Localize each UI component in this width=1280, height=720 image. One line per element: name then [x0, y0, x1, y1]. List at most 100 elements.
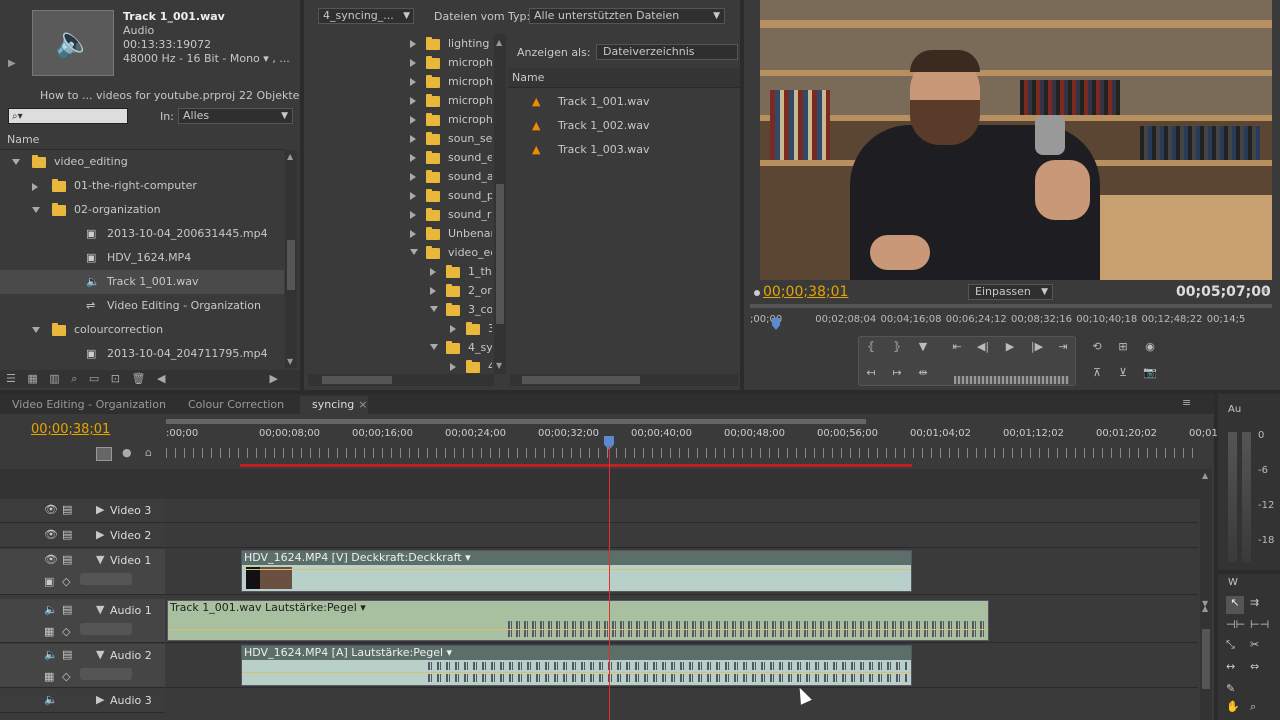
- eye-icon[interactable]: 👁: [44, 528, 58, 541]
- timeline-timecode[interactable]: 00;00;38;01: [31, 422, 110, 437]
- tree-scrollbar[interactable]: ▲ ▼: [494, 34, 506, 374]
- file-item[interactable]: ▲ Track 1_002.wav: [508, 114, 740, 138]
- view-select[interactable]: Dateiverzeichnis: [596, 44, 738, 60]
- ripple-tool-icon[interactable]: ⊣⊢: [1226, 618, 1245, 631]
- browser-tree-item[interactable]: sound_e: [304, 148, 492, 167]
- browser-tree-item[interactable]: 4: [304, 357, 492, 374]
- shuttle-right-button[interactable]: ↦: [888, 366, 906, 380]
- in-select[interactable]: Alles ▼: [178, 108, 293, 124]
- bin-item[interactable]: 01-the-right-computer: [0, 174, 284, 198]
- project-item[interactable]: ▣ 2013-10-04_200631445.mp4: [0, 222, 284, 246]
- chevron-right-icon[interactable]: [450, 325, 456, 333]
- razor-tool-icon[interactable]: ✂: [1250, 638, 1259, 651]
- search-input[interactable]: ⌕▾: [8, 108, 128, 124]
- chevron-right-icon[interactable]: [410, 192, 416, 200]
- step-back-button[interactable]: ◀|: [974, 340, 992, 354]
- mark-out-button[interactable]: ⦄: [888, 340, 906, 354]
- browser-tree-item[interactable]: soun_se: [304, 129, 492, 148]
- chevron-down-icon[interactable]: [32, 327, 40, 333]
- chevron-right-icon[interactable]: [410, 78, 416, 86]
- keyframe-slider[interactable]: [80, 573, 132, 585]
- output-button[interactable]: ◉: [1141, 340, 1159, 354]
- film-icon[interactable]: ▤: [62, 503, 72, 516]
- slide-tool-icon[interactable]: ⇔: [1250, 660, 1259, 673]
- selection-tool-icon[interactable]: ↖: [1226, 596, 1244, 614]
- clip-audio-hdv[interactable]: HDV_1624.MP4 [A] Lautstärke:Pegel ▾: [241, 645, 912, 686]
- pen-tool-icon[interactable]: ✎: [1226, 682, 1235, 695]
- browser-tree-item[interactable]: Unbenan: [304, 224, 492, 243]
- chevron-right-icon[interactable]: [430, 268, 436, 276]
- keyframe-slider[interactable]: [80, 623, 132, 635]
- browser-tree-item[interactable]: sound_p: [304, 186, 492, 205]
- panel-menu-icon[interactable]: ≡: [1182, 396, 1191, 409]
- browser-tree-item[interactable]: sound_a: [304, 167, 492, 186]
- film-icon[interactable]: ▤: [62, 553, 72, 566]
- waveform-icon[interactable]: ▦: [44, 670, 54, 683]
- browser-tree-item[interactable]: 1_the: [304, 262, 492, 281]
- go-to-in-button[interactable]: ⇤: [948, 340, 966, 354]
- chevron-down-icon[interactable]: [430, 306, 438, 312]
- browser-tree-item[interactable]: 2_or: [304, 281, 492, 300]
- browser-tree-item[interactable]: 4_sy: [304, 338, 492, 357]
- project-item[interactable]: 🔈 Track 1_001.wav: [0, 270, 284, 294]
- browser-tree-item[interactable]: lighting: [304, 34, 492, 53]
- add-marker-button[interactable]: ▼: [914, 340, 932, 354]
- export-frame-button[interactable]: 📷: [1141, 366, 1159, 380]
- chevron-right-icon[interactable]: [410, 173, 416, 181]
- step-forward-button[interactable]: |▶: [1028, 340, 1046, 354]
- clip-audio-track1[interactable]: Track 1_001.wav Lautstärke:Pegel ▾: [167, 600, 989, 641]
- chevron-right-icon[interactable]: [410, 230, 416, 238]
- timeline-tab[interactable]: syncing ×: [300, 396, 368, 414]
- browser-tree-item[interactable]: video_ed: [304, 243, 492, 262]
- chevron-right-icon[interactable]: [430, 287, 436, 295]
- go-to-out-button[interactable]: ⇥: [1054, 340, 1072, 354]
- film-icon[interactable]: ▤: [62, 603, 72, 616]
- snap-icon[interactable]: [96, 447, 112, 461]
- extract-button[interactable]: ⊻: [1114, 366, 1132, 380]
- chevron-down-icon[interactable]: [12, 159, 20, 165]
- timeline-tab[interactable]: Video Editing - Organization: [0, 396, 172, 414]
- fit-select[interactable]: Einpassen ▼: [968, 284, 1053, 300]
- project-item[interactable]: ▣ 2013-10-04_204711795.mp4: [0, 342, 284, 366]
- expand-icon[interactable]: ▶: [96, 693, 104, 706]
- waveform-icon[interactable]: ▦: [44, 625, 54, 638]
- bin-item[interactable]: video_editing: [0, 150, 284, 174]
- shuttle-left-button[interactable]: ↤: [862, 366, 880, 380]
- chevron-right-icon[interactable]: [410, 40, 416, 48]
- lift-button[interactable]: ⊼: [1088, 366, 1106, 380]
- project-column-header[interactable]: Name: [0, 130, 284, 150]
- hand-tool-icon[interactable]: ✋: [1226, 700, 1240, 713]
- icon-view-icon[interactable]: ▦: [27, 372, 37, 385]
- chevron-down-icon[interactable]: [430, 344, 438, 350]
- scroll-right-icon[interactable]: ▶: [270, 370, 278, 388]
- new-bin-icon[interactable]: ▭: [89, 372, 99, 385]
- collapse-icon[interactable]: ▼: [96, 603, 104, 616]
- browser-tree-item[interactable]: microphe: [304, 53, 492, 72]
- slip-tool-icon[interactable]: ↔: [1226, 660, 1235, 673]
- play-button[interactable]: ▶: [1001, 340, 1019, 354]
- file-item[interactable]: ▲ Track 1_001.wav: [508, 90, 740, 114]
- timeline-tab[interactable]: Colour Correction: [176, 396, 296, 414]
- browser-tree-item[interactable]: 3_co: [304, 300, 492, 319]
- chevron-right-icon[interactable]: [410, 154, 416, 162]
- rate-stretch-tool-icon[interactable]: ⤡: [1226, 638, 1235, 652]
- eye-icon[interactable]: 👁: [44, 503, 58, 516]
- expand-icon[interactable]: ▶: [96, 503, 104, 516]
- keyframe-nav-icon[interactable]: ◇: [62, 670, 70, 683]
- film-icon[interactable]: ▤: [62, 528, 72, 541]
- keyframe-slider[interactable]: [80, 668, 132, 680]
- expand-icon[interactable]: ▶: [96, 528, 104, 541]
- chevron-right-icon[interactable]: [410, 97, 416, 105]
- new-item-icon[interactable]: ⊡: [111, 372, 120, 385]
- project-item[interactable]: ▣ HDV_1624.MP4: [0, 246, 284, 270]
- chevron-right-icon[interactable]: [410, 116, 416, 124]
- speaker-icon[interactable]: 🔈: [44, 603, 58, 616]
- browser-tree-item[interactable]: 3: [304, 319, 492, 338]
- trash-icon[interactable]: 🗑: [131, 372, 145, 385]
- browser-tree-item[interactable]: microphe: [304, 91, 492, 110]
- keyframe-nav-icon[interactable]: ◇: [62, 625, 70, 638]
- project-item[interactable]: ⇌ Video Editing - Organization: [0, 294, 284, 318]
- find-icon[interactable]: ⌕: [71, 372, 77, 385]
- speaker-icon[interactable]: 🔈: [44, 648, 58, 661]
- chevron-right-icon[interactable]: [410, 211, 416, 219]
